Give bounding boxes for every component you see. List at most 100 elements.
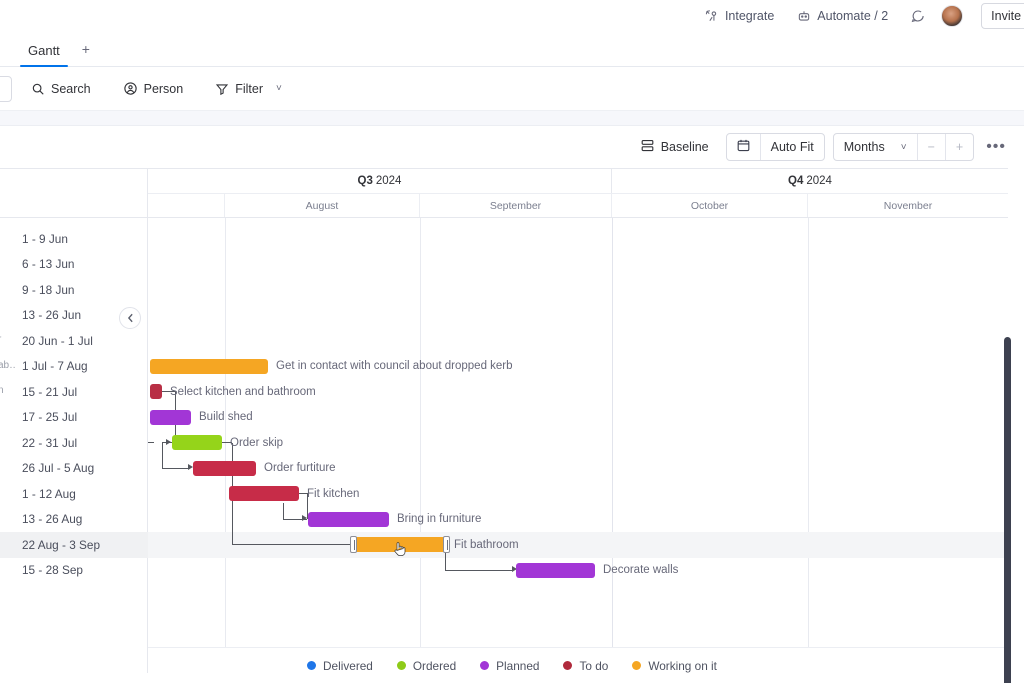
calendar-icon [736,138,751,156]
month-cell [148,194,225,217]
row-date-label[interactable]: 9 - 18 Jun [0,277,148,303]
legend-item[interactable]: Ordered [396,658,457,673]
legend-color-dot [632,661,642,670]
add-tab-button[interactable]: + [74,41,98,66]
legend-label: Planned [496,658,540,673]
legend-item[interactable]: Working on it [632,659,717,673]
handle-grip [353,540,355,550]
gantt-bar-label: Build shed [199,411,253,423]
filter-label: Filter [235,81,263,96]
collapse-panel-button[interactable] [119,307,141,329]
row-date-label[interactable]: 22 Aug - 3 Sep [0,532,148,558]
zoom-in-button[interactable]: + [946,134,973,160]
dependency-arrow-icon [166,438,171,445]
legend-item[interactable]: To do [563,659,608,673]
gantt-chart-area[interactable]: Get in contact with council about droppe… [148,218,1008,673]
more-options-button[interactable]: ••• [974,138,1012,156]
search-icon [31,82,45,96]
top-header-bar: Integrate Automate / 2 Invite / [0,0,1024,32]
timeline-header: Q3 2024 Q4 2024 August September October Novem… [0,168,1024,218]
search-button[interactable]: Search [22,77,100,101]
row-date-label[interactable]: 20 Jun - 1 Jul [0,328,148,354]
status-legend: Delivered Ordered Planned To do Working on i… [0,647,1024,683]
search-label: Search [51,81,91,96]
content-gap [0,111,1024,125]
row-date-label[interactable]: 26 Jul - 5 Aug [0,456,148,482]
gantt-bar[interactable] [172,435,222,450]
zoom-controls-group: Months ˅ − + [832,133,975,161]
dependency-line [162,467,190,469]
add-tab-label: + [81,41,90,57]
month-cell: November [883,199,933,212]
filter-button[interactable]: Filter [206,77,272,101]
bar-resize-handle-right[interactable] [443,536,450,553]
legend-label: Ordered [412,658,457,673]
grid-line [808,218,809,673]
gantt-body: 1 - 9 Jun 6 - 13 Jun 9 - 18 Jun 13 - 26 Jun… [0,218,1024,683]
filter-chevron-down-icon[interactable]: ˅ [272,77,286,100]
automate-label: Automate / 2 [817,9,889,23]
gantt-bar-label: Fit kitchen [307,487,360,500]
gantt-app: Integrate Automate / 2 Invite / Gantt [0,0,1024,683]
month-cell: September [420,194,612,217]
legend-label: To do [579,658,609,673]
fit-controls-group: Auto Fit [725,133,825,161]
row-date-label[interactable]: 1 - 9 Jun [0,226,148,252]
truncated-task-name: r [0,334,1,345]
zoom-level-select[interactable]: Months ˅ [834,134,918,160]
filter-icon [215,82,229,96]
gantt-card: Baseline Auto Fit Months ˅ − + ••• Q3 20… [0,125,1024,683]
person-button[interactable]: Person [114,76,193,101]
gantt-bar-label: Order furtiture [264,462,336,474]
bar-resize-handle-left[interactable] [350,536,357,553]
gantt-bar-label: Fit bathroom [454,538,519,551]
zoom-out-button[interactable]: − [918,134,946,160]
toolbar-overflow-button[interactable] [0,76,12,102]
row-date-label[interactable]: 15 - 28 Sep [0,558,148,584]
gantt-bar[interactable] [193,460,256,476]
row-date-label[interactable]: 6 - 13 Jun [0,252,148,278]
gantt-toolbar: Baseline Auto Fit Months ˅ − + ••• [0,126,1024,168]
quarter-row: Q3 2024 Q4 2024 [148,168,1008,194]
automate-button[interactable]: Automate / 2 [796,9,888,24]
gantt-bar[interactable] [150,409,191,425]
row-label-column: 1 - 9 Jun 6 - 13 Jun 9 - 18 Jun 13 - 26 Jun… [0,218,148,673]
row-date-label[interactable]: 1 Jul - 7 Aug [0,354,148,380]
row-date-label[interactable]: 17 - 25 Jul [0,405,148,431]
invite-button[interactable]: Invite / [981,3,1024,29]
legend-item[interactable]: Planned [480,659,539,673]
gantt-bar[interactable] [150,384,162,399]
invite-label: Invite / [991,9,1024,23]
chat-button[interactable] [910,9,925,24]
legend-color-dot [307,661,317,670]
quarter-cell: Q4 2024 [612,169,1008,193]
grid-line [225,218,226,673]
gantt-bar[interactable] [150,358,268,374]
quarter-year: 2024 [806,175,832,187]
gantt-bar[interactable] [308,511,389,527]
view-toolbar: Search Person Filter ˅ [0,67,1024,111]
tab-gantt[interactable]: Gantt [14,43,74,67]
baseline-icon [640,138,655,156]
gantt-bar-label: Order skip [230,436,284,449]
board-tab-bar: Gantt + [0,32,1024,67]
legend-color-dot [563,661,573,670]
gantt-bar[interactable] [229,486,299,501]
vertical-scrollbar-thumb[interactable] [1004,337,1011,683]
row-date-label[interactable]: 22 - 31 Jul [0,430,148,456]
legend-item[interactable]: Delivered [307,659,373,673]
robot-icon [796,9,811,24]
zoom-in-label: + [955,140,964,154]
baseline-button[interactable]: Baseline [631,133,718,161]
row-date-label[interactable]: 13 - 26 Aug [0,507,148,533]
month-row: August September October November [148,194,1008,218]
auto-fit-button[interactable]: Auto Fit [761,134,824,160]
row-date-label[interactable]: 1 - 12 Aug [0,481,148,507]
gantt-bar[interactable] [516,562,595,578]
calendar-button[interactable] [727,134,761,160]
row-date-label[interactable]: 15 - 21 Jul [0,379,148,405]
chat-bubble-icon [910,9,925,24]
avatar[interactable] [941,5,964,27]
integrate-button[interactable]: Integrate [704,9,774,24]
grid-line [420,218,421,673]
